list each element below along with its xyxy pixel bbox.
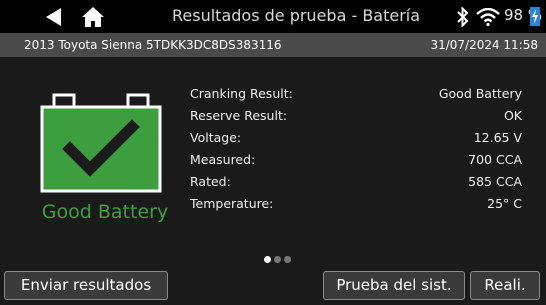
result-panel: Good Battery Cranking Result: Good Batter… — [0, 57, 546, 305]
result-value: OK — [503, 108, 522, 123]
result-value: 12.65 V — [473, 130, 522, 145]
date-time: 31/07/2024 11:58 — [430, 38, 538, 52]
reali-button[interactable]: Reali. — [470, 271, 540, 300]
charging-icon — [530, 7, 540, 26]
vehicle-info: 2013 Toyota Sienna 5TDKK3DC8DS383116 — [24, 38, 282, 52]
bluetooth-icon — [457, 7, 469, 27]
results-list: Cranking Result: Good Battery Reserve Resu… — [190, 83, 522, 215]
send-results-button[interactable]: Enviar resultados — [4, 271, 168, 300]
result-value: 25° C — [487, 196, 522, 211]
result-value: Good Battery — [438, 86, 522, 101]
home-icon[interactable] — [82, 6, 104, 28]
result-row: Measured: 700 CCA — [190, 149, 522, 171]
result-label: Voltage: — [190, 130, 242, 145]
result-label: Reserve Result: — [190, 108, 288, 123]
result-row: Temperature: 25° C — [190, 193, 522, 215]
result-row: Cranking Result: Good Battery — [190, 83, 522, 105]
page-dot[interactable] — [264, 256, 271, 263]
result-label: Measured: — [190, 152, 256, 167]
result-value: 585 CCA — [468, 174, 522, 189]
result-row: Reserve Result: OK — [190, 105, 522, 127]
result-row: Rated: 585 CCA — [190, 171, 522, 193]
top-bar: Resultados de prueba - Batería 98 % — [0, 0, 546, 33]
result-label: Rated: — [190, 174, 231, 189]
result-row: Voltage: 12.65 V — [190, 127, 522, 149]
result-label: Temperature: — [190, 196, 274, 211]
result-label: Cranking Result: — [190, 86, 293, 101]
page-title: Resultados de prueba - Batería — [172, 6, 421, 25]
vehicle-info-bar: 2013 Toyota Sienna 5TDKK3DC8DS383116 31/… — [0, 33, 546, 57]
system-test-button[interactable]: Prueba del sist. — [323, 271, 465, 300]
back-arrow-icon[interactable] — [46, 8, 62, 26]
page-dot[interactable] — [274, 256, 281, 263]
page-dot[interactable] — [284, 256, 291, 263]
result-value: 700 CCA — [468, 152, 522, 167]
battery-status-label: Good Battery — [41, 201, 169, 223]
page-indicator[interactable] — [264, 248, 294, 263]
battery-check-icon — [40, 93, 162, 193]
wifi-icon — [476, 8, 500, 26]
